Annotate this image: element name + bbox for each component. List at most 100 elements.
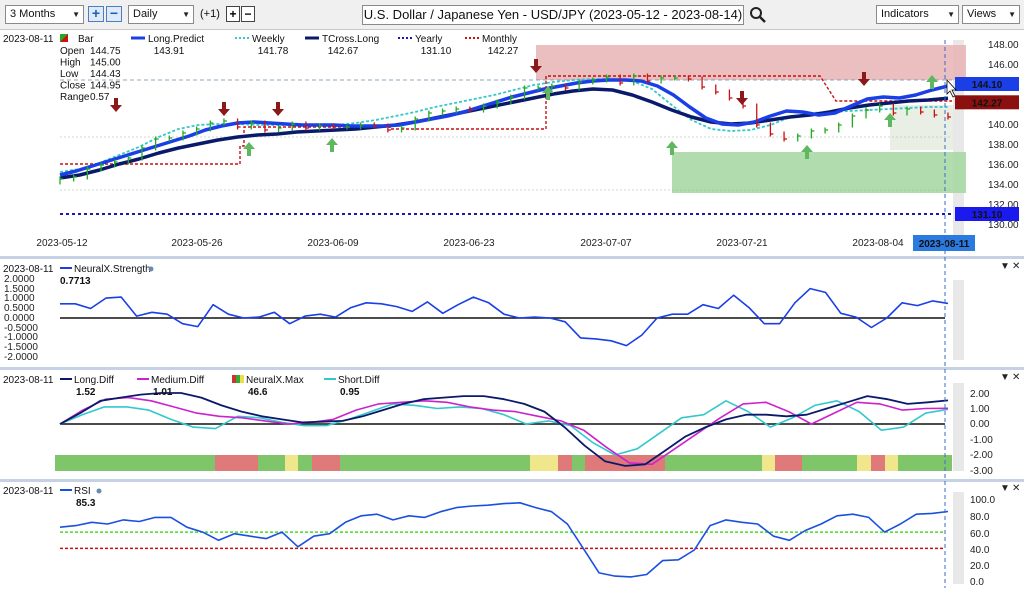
- monthly-price-tag: 142.27: [972, 98, 1003, 109]
- neuralx-max-segment: [857, 455, 871, 471]
- price-axis-tick: 138.00: [988, 140, 1019, 151]
- legend-name: Weekly: [252, 34, 285, 45]
- neuralx-max-segment: [258, 455, 285, 471]
- panel-menu-icon: ▼: [1000, 372, 1010, 383]
- x-axis-date: 2023-07-07: [580, 238, 632, 249]
- ohlc-value: 145.00: [90, 58, 121, 69]
- views-select-value: Views: [967, 8, 997, 20]
- neuralx-max-segment: [312, 455, 340, 471]
- diff-legend-name: Long.Diff: [74, 375, 114, 386]
- live-bar-strip: [953, 492, 964, 584]
- legend-bar-label: Bar: [78, 34, 94, 45]
- diff-axis-tick: 1.00: [970, 404, 990, 415]
- rsi-panel-date: 2023-08-11: [3, 486, 54, 497]
- legend-name: Long.Predict: [148, 34, 204, 45]
- neuralx-max-segment: [558, 455, 572, 471]
- diff-legend-value: 46.6: [248, 387, 268, 398]
- neuralx-max-segment: [775, 455, 802, 471]
- panel-menu-icon: ▼: [1000, 483, 1010, 494]
- offset-minus-button[interactable]: −: [241, 6, 255, 22]
- rsi-value: 85.3: [76, 498, 96, 509]
- diff-axis-tick: -1.00: [970, 435, 993, 446]
- x-axis-date: 2023-06-09: [307, 238, 359, 249]
- interval-select[interactable]: Daily ▼: [128, 5, 194, 24]
- yearly-price-tag: 131.10: [972, 210, 1003, 221]
- panel-separator: [0, 256, 1024, 259]
- rsi-axis-tick: 100.0: [970, 495, 995, 506]
- views-select[interactable]: Views ▼: [962, 5, 1020, 24]
- period-select[interactable]: 3 Months ▼: [5, 5, 84, 24]
- neuralx-max-segment: [898, 455, 952, 471]
- period-select-value: 3 Months: [10, 8, 56, 20]
- x-axis-date: 2023-07-21: [716, 238, 768, 249]
- indicators-select-value: Indicators: [881, 8, 929, 20]
- legend-swatch: [232, 375, 236, 383]
- price-axis-tick: 130.00: [988, 220, 1019, 231]
- offset-label: (+1): [200, 8, 220, 20]
- diff-axis-tick: -3.00: [970, 466, 993, 477]
- neuralx-max-segment: [885, 455, 898, 471]
- ohlc-value: 144.95: [90, 81, 121, 92]
- panel-close-icon: ✕: [1012, 261, 1020, 272]
- neuralx-max-segment: [55, 455, 215, 471]
- legend-swatch: [240, 375, 244, 383]
- ohlc-label: Range: [60, 92, 90, 103]
- rsi-axis-tick: 40.0: [970, 545, 990, 556]
- ohlc-label: High: [60, 58, 81, 69]
- rsi-axis-tick: 0.0: [970, 577, 984, 588]
- legend-value: 142.27: [488, 46, 519, 57]
- price-axis-tick: 146.00: [988, 60, 1019, 71]
- rsi-axis-tick: 60.0: [970, 529, 990, 540]
- ohlc-label: Close: [60, 81, 86, 92]
- toolbar: 3 Months ▼ + − Daily ▼ (+1) + − U.S. Dol…: [0, 0, 1024, 30]
- diff-legend-value: 1.52: [76, 387, 96, 398]
- interval-select-value: Daily: [133, 8, 158, 20]
- symbol-title[interactable]: U.S. Dollar / Japanese Yen - USD/JPY (20…: [362, 5, 744, 25]
- diff-legend-name: Medium.Diff: [151, 375, 204, 386]
- neuralx-max-segment: [762, 455, 775, 471]
- panel-separator: [0, 479, 1024, 482]
- diff-axis-tick: 2.00: [970, 389, 990, 400]
- x-axis-date: 2023-08-04: [852, 238, 904, 249]
- indicators-select[interactable]: Indicators ▼: [876, 5, 959, 24]
- x-axis-date: 2023-05-26: [171, 238, 223, 249]
- diff-legend-name: Short.Diff: [338, 375, 380, 386]
- strength-axis-tick: -2.0000: [4, 352, 38, 363]
- diff-panel-date: 2023-08-11: [3, 375, 54, 386]
- cursor-date-tag: 2023-08-11: [919, 239, 970, 250]
- x-axis-date: 2023-06-23: [443, 238, 495, 249]
- chevron-down-icon: ▼: [1008, 10, 1016, 19]
- rsi-axis-tick: 80.0: [970, 512, 990, 523]
- offset-plus-button[interactable]: +: [226, 6, 240, 22]
- chart-background: [0, 30, 1024, 590]
- legend-name: Yearly: [415, 34, 442, 45]
- neuralx-max-segment: [298, 455, 312, 471]
- price-axis-tick: 148.00: [988, 40, 1019, 51]
- legend-value: 142.67: [328, 46, 359, 57]
- neuralx-max-segment: [665, 455, 762, 471]
- legend-name: Monthly: [482, 34, 517, 45]
- neuralx-max-segment: [340, 455, 530, 471]
- legend-swatch: [236, 375, 240, 383]
- panel-close-icon: ✕: [1012, 483, 1020, 494]
- chart-canvas[interactable]: 148.00146.00144.00142.00140.00138.00136.…: [0, 30, 1024, 590]
- zoom-in-button[interactable]: +: [88, 6, 104, 22]
- neuralx-max-segment: [285, 455, 298, 471]
- neuralx-max-segment: [871, 455, 885, 471]
- search-icon[interactable]: [749, 6, 767, 24]
- diff-legend-value: 0.95: [340, 387, 360, 398]
- diff-axis-tick: -2.00: [970, 450, 993, 461]
- info-icon: [148, 266, 154, 272]
- rsi-legend-name: RSI: [74, 486, 91, 497]
- ohlc-value: 0.57: [90, 92, 110, 103]
- panel-separator: [0, 367, 1024, 370]
- chevron-down-icon: ▼: [72, 10, 80, 19]
- legend-value: 143.91: [154, 46, 185, 57]
- panel-menu-icon: ▼: [1000, 261, 1010, 272]
- rsi-axis-tick: 20.0: [970, 561, 990, 572]
- live-bar-strip: [953, 383, 964, 471]
- diff-legend-name: NeuralX.Max: [246, 375, 304, 386]
- price-axis-tick: 140.00: [988, 120, 1019, 131]
- panel-close-icon: ✕: [1012, 372, 1020, 383]
- zoom-out-button[interactable]: −: [106, 6, 122, 22]
